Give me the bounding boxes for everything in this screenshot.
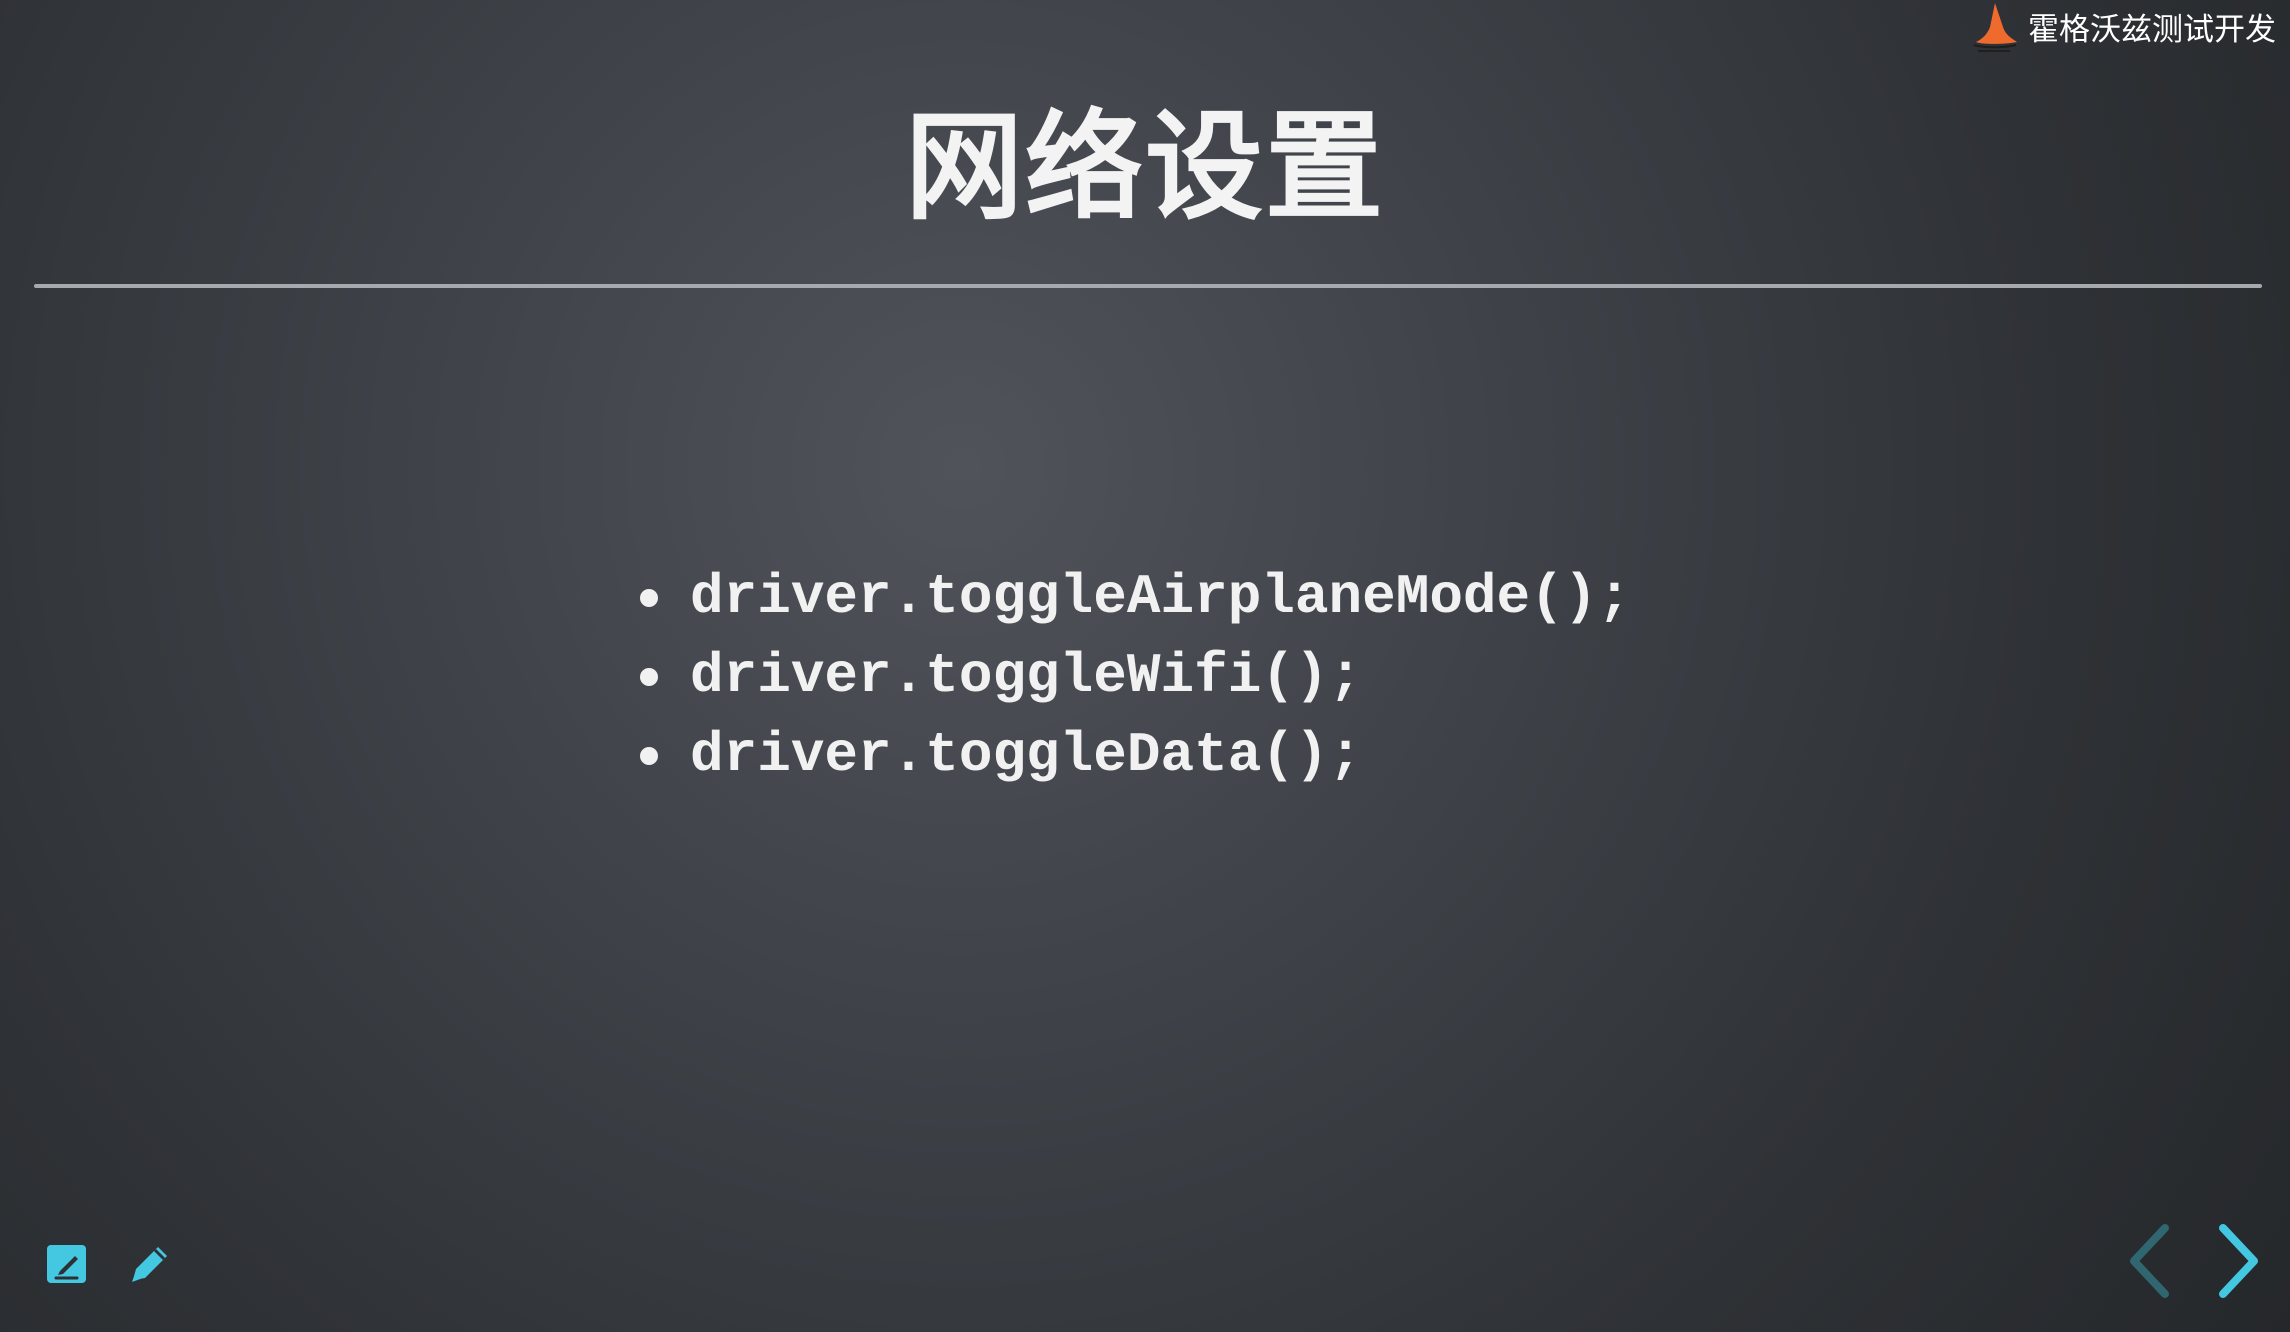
bullet-text: driver.toggleWifi(); [690, 644, 1363, 708]
next-slide-button[interactable] [2212, 1222, 2266, 1300]
bullet-icon [640, 588, 658, 607]
brand-header: 霍格沃兹测试开发 [1968, 0, 2276, 60]
bullet-item: driver.toggleData(); [640, 716, 1631, 795]
edit-note-icon [47, 1245, 86, 1283]
bullet-text: driver.toggleAirplaneMode(); [690, 565, 1631, 629]
brand-name: 霍格沃兹测试开发 [2028, 11, 2276, 48]
content-bullet-list: driver.toggleAirplaneMode(); driver.togg… [640, 558, 1631, 795]
bullet-icon [640, 746, 658, 765]
bullet-text: driver.toggleData(); [690, 723, 1363, 787]
witch-hat-icon [1973, 3, 2017, 52]
slide-navigation [2122, 1222, 2266, 1300]
presentation-toolbar [44, 1238, 176, 1290]
slide-title: 网络设置 [904, 98, 1385, 236]
bullet-item: driver.toggleWifi(); [640, 637, 1631, 716]
chevron-right-icon [2219, 1224, 2258, 1298]
previous-slide-button[interactable] [2122, 1222, 2176, 1300]
edit-note-button[interactable] [44, 1241, 90, 1287]
pen-tool-button[interactable] [124, 1238, 176, 1290]
bullet-item: driver.toggleAirplaneMode(); [640, 558, 1631, 637]
title-divider [34, 284, 2262, 288]
pencil-icon [132, 1247, 167, 1282]
bullet-icon [640, 667, 658, 686]
chevron-left-icon [2130, 1224, 2169, 1298]
